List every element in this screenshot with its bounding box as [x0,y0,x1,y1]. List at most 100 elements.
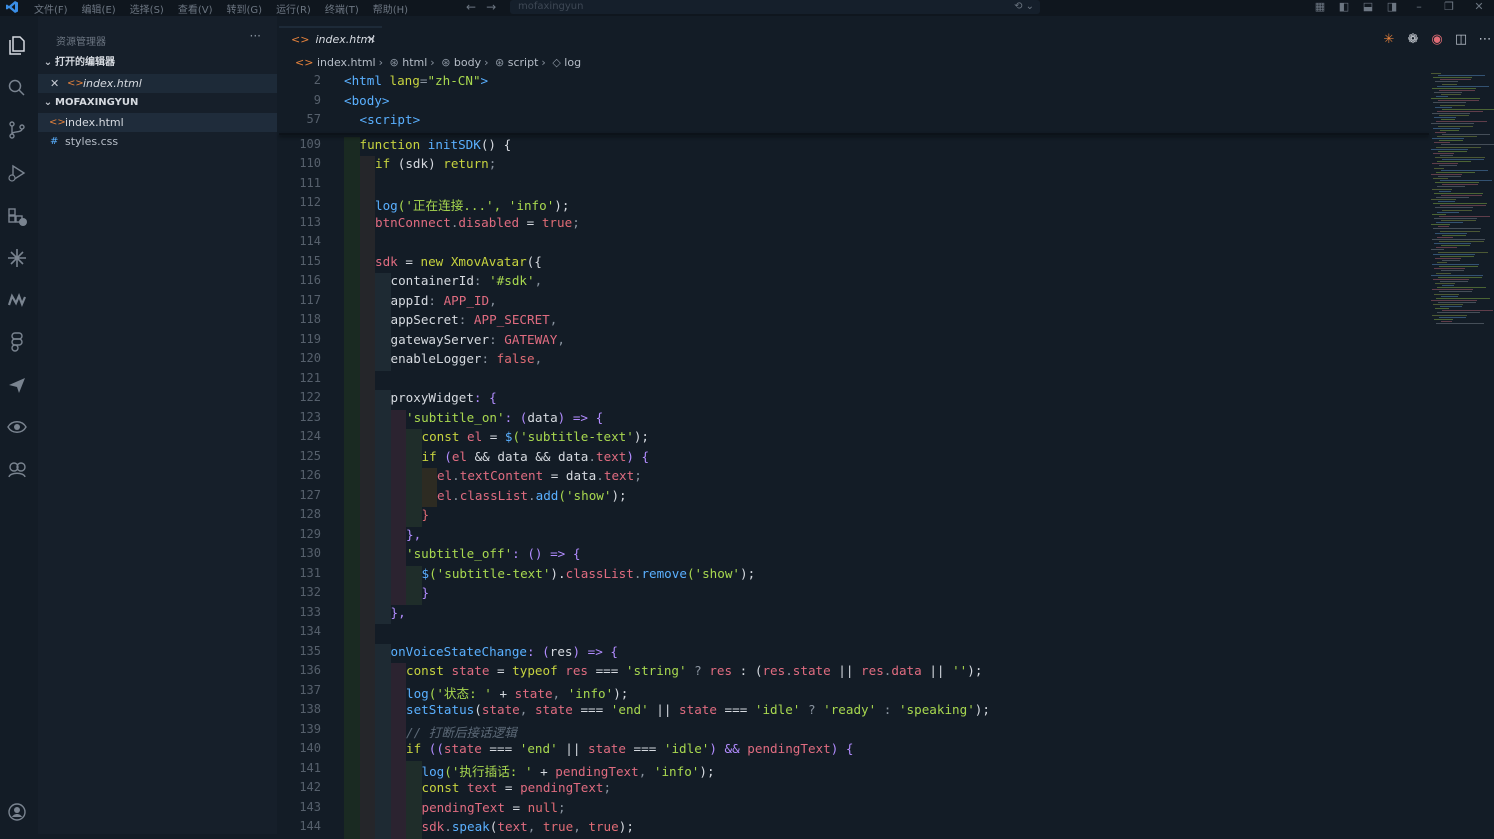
open-editors-section[interactable]: ⌄ 打开的编辑器 [38,54,277,72]
close-window-icon[interactable]: ✕ [1464,0,1494,13]
minimap-line [1440,306,1462,308]
minimap-line [1440,205,1486,207]
breadcrumb-item[interactable]: body [454,56,481,69]
split-editor-icon[interactable]: ◫ [1452,31,1470,49]
code-line: log('执行插话: ' + pendingText, 'info'); [421,763,715,779]
preview-eye-icon[interactable]: ◉ [1428,31,1446,49]
minimap-line [1431,299,1477,301]
indent-guide [359,526,375,546]
indent-guide [390,741,406,761]
back-arrow-icon[interactable]: ← [466,0,476,14]
minimap-line [1434,117,1456,119]
search-icon[interactable] [6,77,28,99]
indent-guide [390,507,406,527]
file-item-index[interactable]: <> index.html [38,113,277,132]
minimap-line [1442,285,1454,287]
menu-terminal[interactable]: 终端(T) [325,1,359,16]
tab-index-html[interactable]: <> index.html ✕ [279,26,382,54]
menu-edit[interactable]: 编辑(E) [82,1,116,16]
minimize-icon[interactable]: – [1404,0,1434,13]
line-number: 135 [299,643,321,658]
indent-guide [390,682,406,702]
file-item-styles[interactable]: # styles.css [38,132,277,151]
toggle-secondary-sidebar-icon[interactable]: ◨ [1380,0,1404,13]
breadcrumb-item[interactable]: index.html [317,56,376,69]
more-actions-icon[interactable]: ⋯ [1476,31,1494,49]
m-extension-icon[interactable] [6,289,28,311]
minimap-line [1440,104,1465,106]
maximize-icon[interactable]: ❐ [1434,0,1464,13]
close-editor-icon[interactable]: ✕ [50,74,59,93]
remote-explorer-icon[interactable] [6,458,28,480]
indent-guide [359,214,375,234]
minimap-line [1433,127,1460,129]
minimap-line [1438,125,1473,127]
indent-guide [359,312,375,332]
indent-guide [390,429,406,449]
indent-guide [390,721,406,741]
menu-help[interactable]: 帮助(H) [373,1,408,16]
open-editor-item[interactable]: ✕ <> index.html [38,74,277,93]
indent-guide [406,760,422,780]
minimap-line [1435,207,1473,209]
minimap-line [1437,312,1480,314]
menu-go[interactable]: 转到(G) [227,1,263,16]
menu-file[interactable]: 文件(F) [34,1,68,16]
indent-guide [359,721,375,741]
close-tab-icon[interactable]: ✕ [367,28,376,52]
breadcrumb-item[interactable]: script [508,56,539,69]
figma-icon[interactable] [6,331,28,353]
indent-guide [359,390,375,410]
run-debug-icon[interactable] [6,162,28,184]
minimap-line [1434,142,1450,144]
explorer-icon[interactable] [6,34,28,56]
line-number: 142 [299,780,321,794]
claude-sparkle-icon[interactable]: ✳ [1380,31,1398,49]
send-icon[interactable] [6,374,28,396]
minimap-line [1433,278,1469,280]
code-line: appId: APP_ID, [390,292,497,308]
folder-section[interactable]: ⌄ MOFAXINGYUN [38,94,277,112]
customize-layout-icon[interactable]: ▦ [1308,0,1332,13]
menu-selection[interactable]: 选择(S) [130,1,164,16]
sparkle-icon[interactable] [6,247,28,269]
indent-guide [390,799,406,819]
minimap-line [1434,167,1444,169]
menu-run[interactable]: 运行(R) [276,1,311,16]
minimap-line [1431,199,1456,200]
minimap-line [1437,236,1453,238]
minimap-line [1431,224,1450,226]
copilot-chevron-icon[interactable]: ⟲ ⌄ [1014,0,1034,14]
minimap-line [1438,251,1488,253]
code-line: $('subtitle-text').classList.remove('sho… [421,565,756,581]
minimap[interactable] [1429,73,1494,343]
openai-icon[interactable]: ❁ [1404,31,1422,49]
line-number: 122 [299,390,321,404]
indent-guide [344,799,360,819]
indent-guide [359,741,375,761]
minimap-line [1433,152,1454,154]
breadcrumb-item[interactable]: log [564,56,581,69]
toggle-sidebar-icon[interactable]: ◧ [1332,0,1356,13]
more-actions-icon[interactable]: ··· [250,29,261,43]
minimap-line [1437,262,1447,263]
forward-arrow-icon[interactable]: → [486,0,496,14]
menu-view[interactable]: 查看(V) [178,1,213,16]
breadcrumb-item[interactable]: html [402,56,427,69]
command-center[interactable]: mofaxingyun ⟲ ⌄ [510,0,1040,14]
element-icon: ⊛ [495,56,505,69]
eye-icon[interactable] [6,416,28,438]
line-number: 115 [299,253,321,268]
minimap-line [1434,293,1459,295]
minimap-line [1439,140,1463,142]
toggle-panel-icon[interactable]: ⬓ [1356,0,1380,13]
title-bar: 文件(F) 编辑(E) 选择(S) 查看(V) 转到(G) 运行(R) 终端(T… [0,0,1494,16]
code-line: log('正在连接...', 'info'); [375,198,570,213]
indent-guide [344,136,360,156]
extensions-icon[interactable] [6,205,28,227]
account-icon[interactable] [6,801,28,823]
indent-guide [359,253,375,273]
source-control-icon[interactable] [6,119,28,141]
minimap-line [1438,100,1479,102]
code-line: sdk = new XmovAvatar({ [375,253,542,269]
